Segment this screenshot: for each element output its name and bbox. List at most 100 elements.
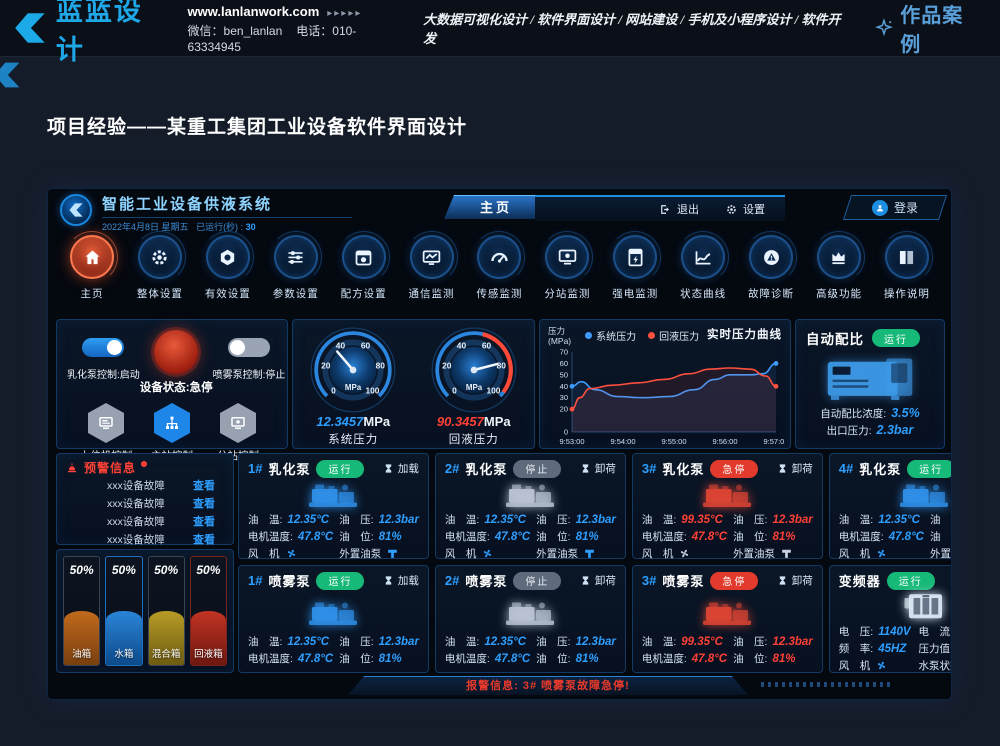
gauges-panel: 0 20 40 60 80 100 MPa 12.3457MPa 系统压力 [292, 319, 535, 449]
unload-button[interactable]: 卸荷 [580, 461, 616, 476]
card-spray-pump-1: 1#喷雾泵运行 加载 油 温:12.35°C 油 压:12.3bar 电机温度:… [238, 565, 429, 673]
svg-text:60: 60 [361, 341, 371, 351]
view-link[interactable]: 查看 [193, 495, 215, 511]
status-badge: 停止 [513, 572, 561, 590]
home-icon [82, 247, 103, 268]
svg-text:60: 60 [482, 341, 492, 351]
auto-ratio-panel: 自动配比 运行 自动配比浓度:3.5% 出口压力:2.3bar [795, 319, 945, 449]
svg-text:80: 80 [376, 361, 386, 371]
hourglass-icon [383, 575, 394, 586]
nav-item-status-curve[interactable]: 状态曲线 [671, 235, 735, 307]
fan-icon [481, 547, 494, 560]
nav-item-substation-monitor[interactable]: 分站监测 [535, 235, 599, 307]
exit-icon [659, 203, 672, 216]
oil-tank: 50%油箱 [63, 556, 100, 666]
hourglass-icon [580, 463, 591, 474]
status-badge: 运行 [316, 572, 364, 590]
load-button[interactable]: 加载 [383, 461, 419, 476]
inverter-image [885, 592, 952, 622]
return-tank: 50%回液箱 [190, 556, 227, 666]
home-tab[interactable]: 主页 [444, 195, 548, 219]
nav-item-valid-settings[interactable]: 有效设置 [196, 235, 260, 307]
dashboard-logo [60, 194, 92, 226]
fan-icon [875, 547, 888, 560]
nav-item-advanced[interactable]: 高级功能 [807, 235, 871, 307]
unload-button[interactable]: 卸荷 [777, 573, 813, 588]
fault-warning-icon [761, 247, 782, 268]
pump-image [688, 480, 766, 510]
site-header: 蓝蓝设计 www.lanlanwork.com▸▸▸▸▸ 微信：ben_lanl… [0, 0, 1000, 57]
recipe-icon [353, 247, 374, 268]
nav-item-parameter-settings[interactable]: 参数设置 [264, 235, 328, 307]
nav-item-recipe-settings[interactable]: 配方设置 [332, 235, 396, 307]
crown-icon [828, 247, 849, 268]
equipment-cards: 1#乳化泵运行 加载 油 温:12.35°C 油 压:12.3bar 电机温度:… [238, 453, 949, 673]
pressure-line-chart: 02030405060709:53:009:54:009:55:009:56:0… [548, 348, 784, 448]
portfolio-link[interactable]: 作品案例 [874, 0, 984, 57]
pump-image [688, 598, 766, 628]
view-link[interactable]: 查看 [193, 513, 215, 529]
svg-text:40: 40 [457, 341, 467, 351]
site-url[interactable]: www.lanlanwork.com [188, 4, 320, 19]
exit-button[interactable]: 退出 [659, 201, 699, 217]
view-link[interactable]: 查看 [193, 531, 215, 547]
wechat-label: 微信：ben_lanlan [188, 24, 283, 38]
nav-item-overall-settings[interactable]: 整体设置 [128, 235, 192, 307]
nav-item-fault-diagnosis[interactable]: 故障诊断 [739, 235, 803, 307]
load-button[interactable]: 加载 [383, 573, 419, 588]
alert-row: xxx设备故障查看 [65, 476, 225, 494]
tanks-panel: 50%油箱 50%水箱 50%混合箱 50%回液箱 [56, 549, 234, 673]
mix-tank: 50%混合箱 [148, 556, 185, 666]
login-button[interactable]: 登录 [843, 195, 947, 220]
device-status-label: 设备状态:急停 [140, 379, 213, 395]
unload-button[interactable]: 卸荷 [580, 573, 616, 588]
hourglass-icon [777, 463, 788, 474]
nav-item-sensor-monitor[interactable]: 传感监测 [467, 235, 531, 307]
site-contact: www.lanlanwork.com▸▸▸▸▸ 微信：ben_lanlan电话：… [188, 1, 424, 55]
svg-text:0: 0 [452, 385, 457, 395]
view-link[interactable]: 查看 [193, 477, 215, 493]
svg-text:9:55:00: 9:55:00 [661, 437, 686, 446]
nav-item-power-monitor[interactable]: 强电监测 [603, 235, 667, 307]
spray-pump-toggle-label: 喷雾泵控制:停止 [213, 366, 286, 381]
pump-image [491, 480, 569, 510]
status-badge: 运行 [316, 460, 364, 478]
unload-button[interactable]: 卸荷 [777, 461, 813, 476]
spray-pump-toggle[interactable] [228, 338, 270, 357]
status-badge: 停止 [513, 460, 561, 478]
card-inverter: 变频器运行 电 压:1140V 电 流:301.3A 频 率:45HZ 压力值:… [829, 565, 952, 673]
status-badge: 急停 [710, 572, 758, 590]
sparkle-star-icon [874, 18, 894, 38]
monitor-icon [97, 414, 115, 432]
topbar-controls: 退出 设置 [535, 195, 785, 221]
water-tank: 50%水箱 [105, 556, 142, 666]
svg-text:20: 20 [321, 361, 331, 371]
nav-item-comm-monitor[interactable]: 通信监测 [400, 235, 464, 307]
svg-text:9:57:00: 9:57:00 [763, 437, 784, 446]
svg-text:30: 30 [560, 394, 568, 403]
dashboard-title: 智能工业设备供液系统 [102, 193, 352, 214]
svg-text:9:54:00: 9:54:00 [610, 437, 635, 446]
alerts-title: 预警信息 [84, 459, 136, 476]
svg-text:70: 70 [560, 348, 568, 357]
hourglass-icon [383, 463, 394, 474]
pressure-chart-panel: 压力(MPa) 系统压力 回液压力 实时压力曲线 02030405060709:… [539, 319, 791, 449]
svg-text:9:53:00: 9:53:00 [559, 437, 584, 446]
settings-button[interactable]: 设置 [725, 201, 765, 217]
dashboard-date: 2022年4月8日 星期五 [102, 222, 189, 232]
settings-label: 设置 [743, 201, 765, 217]
comm-chart-icon [421, 247, 442, 268]
emulsion-pump-toggle[interactable] [82, 338, 124, 357]
nav-item-home[interactable]: 主页 [60, 235, 124, 307]
card-emulsion-pump-3: 3#乳化泵急停 卸荷 油 温:99.35°C 油 压:12.3bar 电机温度:… [632, 453, 823, 559]
nav-item-manual[interactable]: 操作说明 [875, 235, 939, 307]
gear-icon [149, 247, 170, 268]
exit-label: 退出 [677, 201, 699, 217]
curve-icon [693, 247, 714, 268]
station-monitor-icon [229, 414, 247, 432]
svg-text:0: 0 [331, 385, 336, 395]
pump-image [294, 480, 372, 510]
alert-row: xxx设备故障查看 [65, 530, 225, 548]
estop-button[interactable] [154, 330, 198, 374]
runtime-value: 30 [246, 222, 256, 232]
